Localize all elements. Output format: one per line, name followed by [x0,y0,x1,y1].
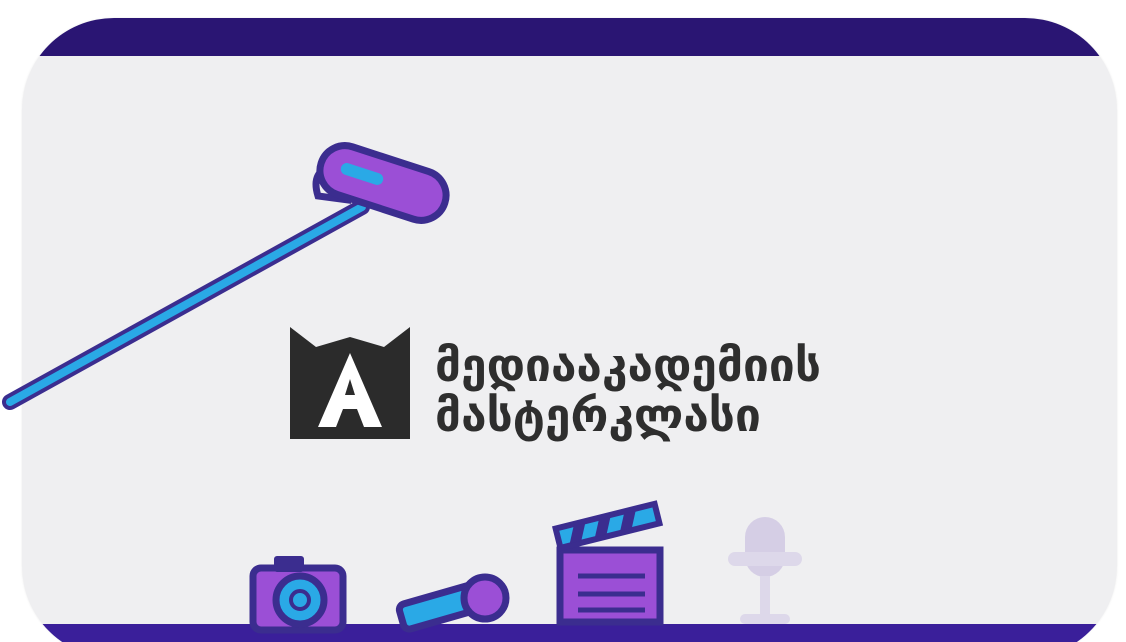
brand-line-2: მასტერკლასი [435,388,761,442]
handheld-microphone-icon [395,573,510,633]
banner-screen: მედიააკადემიის მასტერკლასი [0,0,1126,642]
brand-title: მედიააკადემიის მასტერკლასი [435,340,821,440]
studio-microphone-icon [728,517,802,624]
media-academy-logo [290,327,410,439]
banner-illustrations [2,142,802,634]
camera-icon [249,556,347,634]
clapperboard-icon [552,500,664,626]
brand-line-1: მედიააკადემიის [435,338,821,392]
